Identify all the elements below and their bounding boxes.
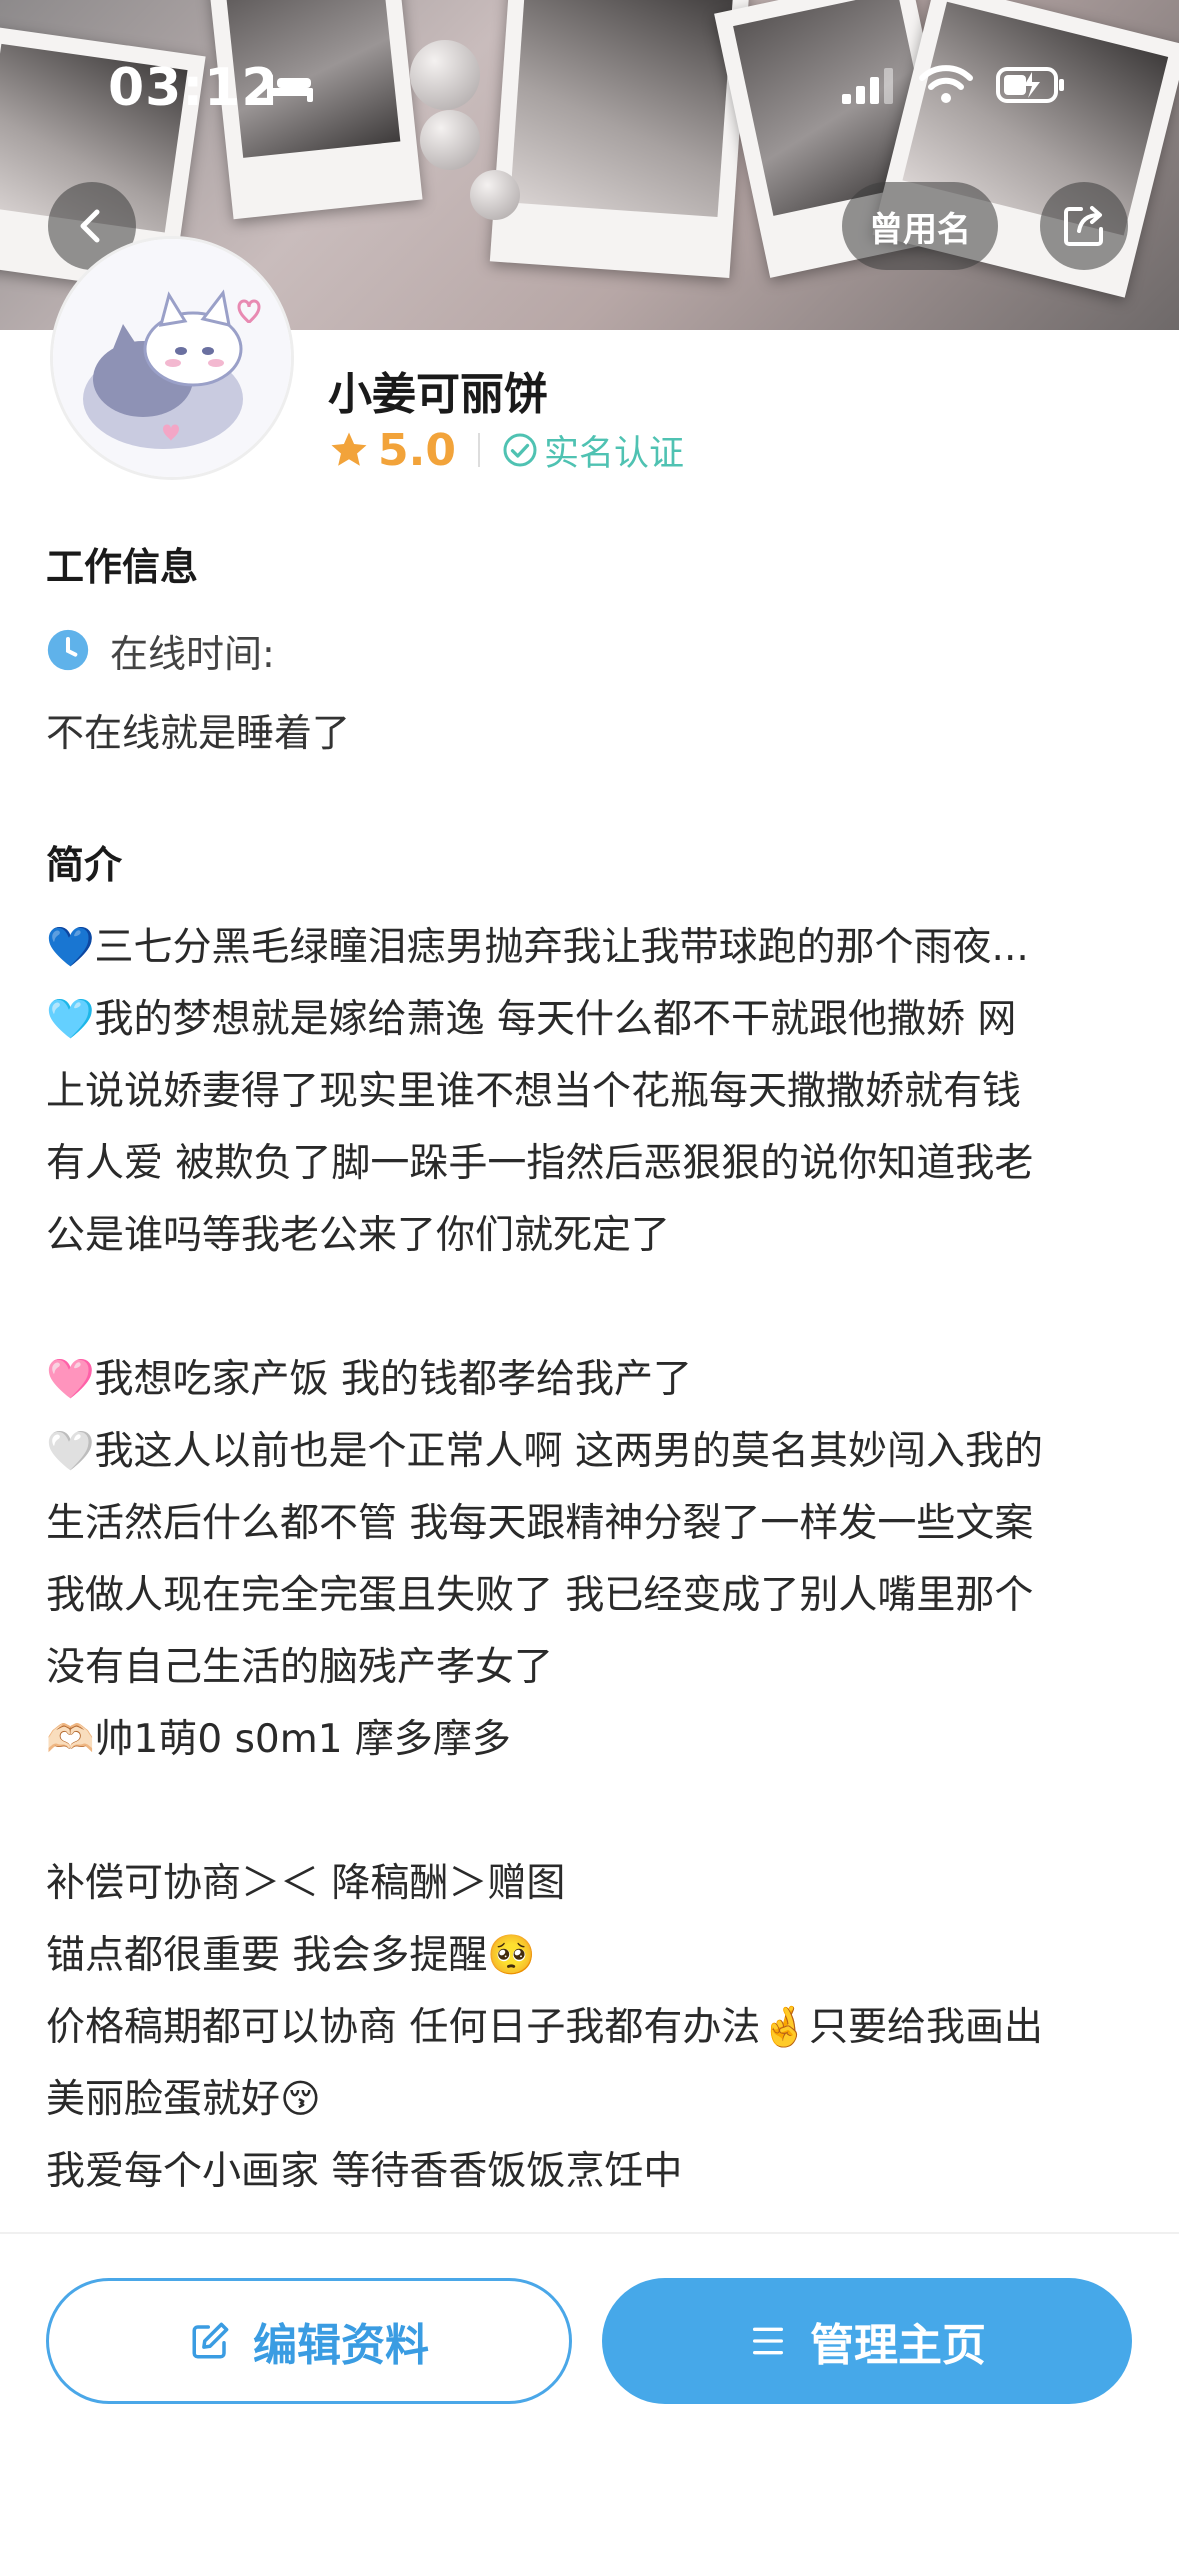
footer-divider: [0, 2232, 1179, 2234]
edit-profile-button[interactable]: 编辑资料: [46, 2278, 572, 2404]
intro-line: 生活然后什么都不管 我每天跟精神分裂了一样发一些文案: [46, 1501, 1034, 1546]
star-icon: [331, 432, 367, 466]
intro-line: 公是谁吗等我老公来了你们就死定了: [46, 1213, 671, 1258]
intro-line: 上说说娇妻得了现实里谁不想当个花瓶每天撒撒娇就有钱: [46, 1069, 1022, 1114]
bed-icon: [267, 74, 313, 102]
former-name-button[interactable]: 曾用名: [842, 182, 998, 270]
intro-blank-line: [46, 1272, 1146, 1344]
intro-blank-line: [46, 1776, 1146, 1848]
intro-line: 没有自己生活的脑残产孝女了: [46, 1645, 554, 1690]
intro-line: 🫶🏻帅1萌0 s0m1 摩多摩多: [46, 1717, 511, 1762]
edit-profile-label: 编辑资料: [253, 2320, 429, 2371]
verified-badge: 实名认证: [502, 425, 684, 476]
status-time: 03:12: [108, 58, 279, 118]
wifi-icon: [919, 65, 973, 103]
intro-line: 补偿可协商＞＜ 降稿酬＞赠图: [46, 1861, 566, 1906]
rating-row: 5.0 实名认证: [328, 422, 684, 478]
edit-icon: [192, 2322, 229, 2359]
online-time-value: 不在线就是睡着了: [46, 711, 351, 755]
intro-line: 🩵我的梦想就是嫁给萧逸 每天什么都不干就跟他撒娇 网: [46, 997, 1017, 1042]
intro-line: 我爱每个小画家 等待香香饭饭烹饪中: [46, 2149, 683, 2194]
avatar[interactable]: [50, 236, 294, 480]
intro-title: 简介: [46, 843, 123, 887]
intro-line: 🩷我想吃家产饭 我的钱都孝给我产了: [46, 1357, 692, 1402]
online-time-label: 在线时间:: [110, 631, 275, 676]
intro-line: 💙三七分黑毛绿瞳泪痣男抛弃我让我带球跑的那个雨夜...: [46, 925, 1029, 970]
online-time-row: 在线时间:: [46, 622, 275, 678]
status-bar: 03:12: [0, 0, 1179, 170]
share-icon: [1064, 206, 1103, 246]
intro-line: 美丽脸蛋就好😚: [46, 2077, 321, 2122]
profile-name: 小姜可丽饼: [328, 369, 548, 420]
verified-label: 实名认证: [543, 433, 684, 474]
intro-line: 价格稿期都可以协商 任何日子我都有办法🤞只要给我画出: [46, 2005, 1043, 2050]
manage-homepage-label: 管理主页: [810, 2320, 986, 2371]
work-info-title: 工作信息: [46, 545, 199, 589]
intro-text: 💙三七分黑毛绿瞳泪痣男抛弃我让我带球跑的那个雨夜... 🩵我的梦想就是嫁给萧逸 …: [46, 912, 1146, 2208]
divider: [477, 433, 480, 467]
avatar-illustration: [53, 239, 291, 477]
manage-homepage-button[interactable]: 管理主页: [602, 2278, 1132, 2404]
rating-value: 5.0: [378, 424, 456, 476]
signal-icon: [842, 68, 893, 104]
share-button[interactable]: [1040, 182, 1128, 270]
intro-line: 锚点都很重要 我会多提醒🥺: [46, 1933, 536, 1978]
intro-line: 有人爱 被欺负了脚一跺手一指然后恶狠狠的说你知道我老: [46, 1141, 1034, 1186]
intro-line: 🤍我这人以前也是个正常人啊 这两男的莫名其妙闯入我的: [46, 1429, 1043, 1474]
menu-icon: [753, 2327, 783, 2355]
intro-line: 我做人现在完全完蛋且失败了 我已经变成了别人嘴里那个: [46, 1573, 1034, 1618]
check-circle-icon: [503, 433, 537, 467]
clock-icon: [47, 629, 89, 671]
back-chevron-icon: [80, 209, 100, 243]
battery-icon: [996, 67, 1064, 103]
